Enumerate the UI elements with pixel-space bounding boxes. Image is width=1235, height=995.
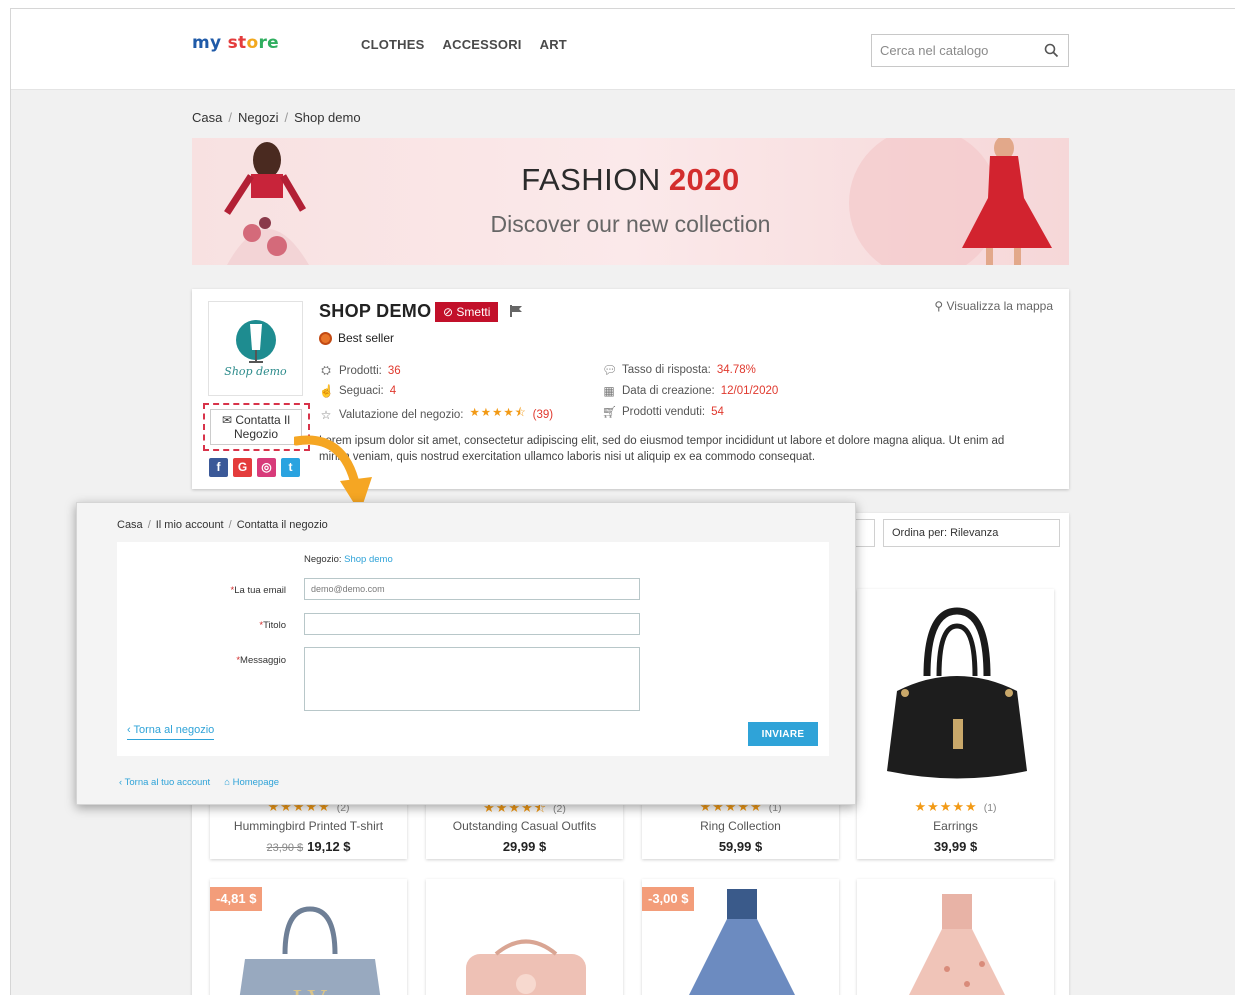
comment-icon: 💬︎ <box>602 363 618 377</box>
search-icon[interactable] <box>1044 43 1059 63</box>
title-label: *Titolo <box>259 620 286 631</box>
pink-dress-image <box>909 894 1005 995</box>
product-price: 23,90 $19,12 $ <box>266 839 351 854</box>
product-name[interactable]: Hummingbird Printed T-shirt <box>210 819 407 833</box>
product-price: 29,99 $ <box>502 839 547 854</box>
back-to-shop-link[interactable]: ‹ Torna al negozio <box>127 724 215 740</box>
stat-followers: ☝ Seguaci: 4 <box>319 384 397 398</box>
nav-item-accessori[interactable]: ACCESSORI <box>443 37 522 52</box>
breadcrumb-current: Shop demo <box>294 110 361 125</box>
product-name[interactable]: Ring Collection <box>642 819 839 833</box>
title-field[interactable] <box>304 613 640 635</box>
cart-icon: 🛒︎ <box>602 405 618 419</box>
form-shop-label: Negozio: Shop demo <box>304 554 393 565</box>
breadcrumb-stores[interactable]: Negozi <box>238 110 278 125</box>
crumb-account[interactable]: Il mio account <box>156 519 224 531</box>
homepage-link[interactable]: ⌂ Homepage <box>224 777 279 788</box>
product-price: 59,99 $ <box>718 839 763 854</box>
email-field[interactable] <box>304 578 640 600</box>
shop-logo: Shop demo <box>208 301 303 396</box>
shop-description: Lorem ipsum dolor sit amet, consectetur … <box>319 435 1005 463</box>
nav-item-clothes[interactable]: CLOTHES <box>361 37 425 52</box>
facebook-icon[interactable]: f <box>209 458 228 477</box>
stat-created: ▦ Data di creazione: 12/01/2020 <box>603 384 779 398</box>
stat-products: ⛭ Prodotti: 36 <box>319 363 400 378</box>
best-seller-badge: Best seller <box>319 331 394 345</box>
pink-handbag-image <box>466 939 586 995</box>
instagram-icon[interactable]: ◎ <box>257 458 276 477</box>
store-logo[interactable]: my store <box>192 33 279 53</box>
banner-title: FASHION 2020 <box>521 162 740 197</box>
sort-select[interactable]: Ordina per: Rilevanza <box>883 519 1060 547</box>
product-name[interactable]: Outstanding Casual Outfits <box>426 819 623 833</box>
form-shop-link[interactable]: Shop demo <box>344 554 393 565</box>
breadcrumb-home[interactable]: Casa <box>192 110 222 125</box>
banner-subtitle: Discover our new collection <box>490 211 771 237</box>
send-button[interactable]: INVIARE <box>748 722 818 746</box>
message-label: *Messaggio <box>236 655 286 666</box>
product-card[interactable] <box>426 879 623 995</box>
contact-form: Negozio: Shop demo *La tua email *Titolo… <box>117 542 829 756</box>
product-card[interactable]: ★★★★★ (1) Earrings 39,99 $ <box>857 589 1054 859</box>
social-links: f G ◎ t <box>209 458 300 477</box>
stat-rating: ☆ Valutazione del negozio: ★★★★⯪ (39) <box>319 405 553 424</box>
google-icon[interactable]: G <box>233 458 252 477</box>
search-input[interactable] <box>872 35 1037 66</box>
main-nav: CLOTHES ACCESSORI ART <box>361 37 567 52</box>
contact-breadcrumb: Casa / Il mio account / Contatta il negozio <box>117 519 328 531</box>
product-card[interactable]: -3,00 $ <box>642 879 839 995</box>
star-outline-icon: ☆ <box>320 407 332 422</box>
calendar-icon: ▦ <box>603 384 615 398</box>
report-flag-icon[interactable] <box>510 304 523 322</box>
home-icon: ⌂ <box>224 777 233 788</box>
handbag-image <box>887 607 1027 779</box>
product-name[interactable]: Earrings <box>857 819 1054 833</box>
nav-item-art[interactable]: ART <box>540 37 567 52</box>
model-left-image <box>224 142 309 265</box>
stat-response-rate: 💬︎ Tasso di risposta: 34.78% <box>602 363 756 377</box>
medal-icon <box>319 331 332 345</box>
mannequin-icon <box>236 320 276 363</box>
product-price: 39,99 $ <box>933 839 978 854</box>
product-rating: ★★★★★ (1) <box>914 799 997 814</box>
product-card[interactable]: -4,81 $ LV <box>210 879 407 995</box>
breadcrumb: Casa / Negozi / Shop demo <box>192 110 361 125</box>
view-map-link[interactable]: ⚲ Visualizza la mappa <box>934 299 1053 313</box>
account-footer-links: ‹ Torna al tuo account ⌂ Homepage <box>119 777 279 788</box>
back-to-account-link[interactable]: ‹ Torna al tuo account <box>119 777 210 788</box>
email-label: *La tua email <box>230 585 286 596</box>
message-field[interactable] <box>304 647 640 711</box>
map-marker-icon: ⚲ <box>934 299 947 313</box>
rating-stars: ★★★★⯪ <box>469 407 527 419</box>
stat-sold: 🛒︎ Prodotti venduti: 54 <box>602 405 724 419</box>
product-card[interactable] <box>857 879 1054 995</box>
promo-banner[interactable]: FASHION 2020 Discover our new collection <box>192 138 1069 265</box>
products-icon: ⛭ <box>321 363 331 377</box>
model-right-image <box>962 138 1052 265</box>
shop-name: SHOP DEMO <box>319 301 432 321</box>
unfollow-button[interactable]: ⊘ Smetti <box>435 302 499 322</box>
blue-handbag-image: LV <box>239 906 381 995</box>
contact-shop-button[interactable]: ✉ Contatta Il Negozio <box>210 409 302 445</box>
search-box <box>871 34 1069 67</box>
crumb-home[interactable]: Casa <box>117 519 143 531</box>
blue-dress-image <box>689 889 795 995</box>
store-page: my store CLOTHES ACCESSORI ART Casa/Nego… <box>10 8 1235 995</box>
envelope-icon: ✉ <box>221 413 236 427</box>
site-header: my store CLOTHES ACCESSORI ART <box>11 9 1235 90</box>
ban-icon: ⊘ <box>443 305 457 319</box>
contact-shop-panel: Casa / Il mio account / Contatta il negozio … <box>76 502 856 805</box>
crumb-contact: Contatta il negozio <box>236 519 328 531</box>
thumbs-up-icon: ☝ <box>319 384 334 398</box>
svg-text:LV: LV <box>293 985 328 995</box>
